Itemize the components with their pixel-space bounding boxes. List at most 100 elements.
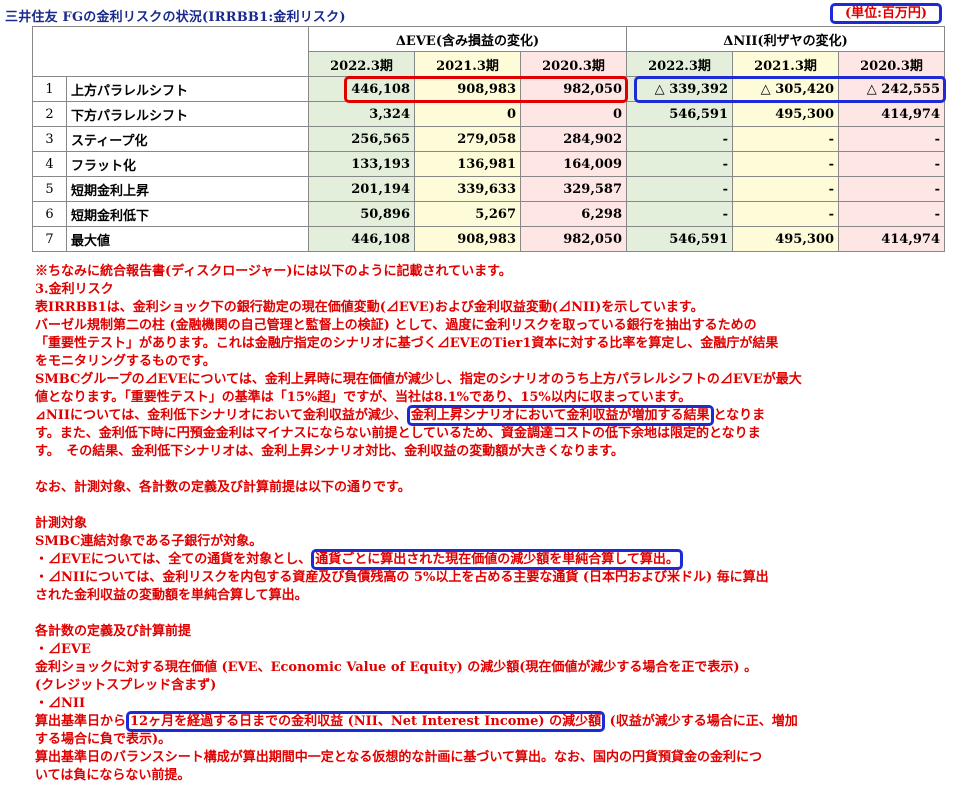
- value-cell: -: [837, 151, 946, 177]
- table-row: 5 短期金利上昇 201,194 339,633 329,587- - -: [32, 176, 946, 202]
- eve-header: ΔEVE(含み損益の変化): [308, 26, 627, 52]
- note-text: ⊿NIIについては、金利低下シナリオにおいて金利収益が減少、: [35, 408, 407, 423]
- value-cell: -: [732, 126, 839, 152]
- note-line: 「重要性テスト」があります。これは金融庁指定のシナリオに基づく⊿EVEのTier…: [35, 336, 779, 351]
- note-heading: 各計数の定義及び計算前提: [35, 624, 192, 639]
- value-cell: 495,300: [732, 101, 839, 127]
- note-heading: 3.金利リスク: [35, 282, 114, 297]
- note-line: 算出基準日のバランスシート構成が算出期間中一定となる仮想的な計画に基づいて算出。…: [35, 750, 762, 765]
- note-line: SMBCグループの⊿EVEについては、金利上昇時に現在価値が減少し、指定のシナリ…: [35, 372, 802, 387]
- value-cell: -: [837, 176, 946, 202]
- note-line: をモニタリングするものです。: [35, 354, 216, 369]
- highlight-rise-scenario: 金利上昇シナリオにおいて金利収益が増加する結果: [406, 405, 714, 426]
- value-cell: 5,267: [414, 201, 521, 227]
- table-row: 3 スティープ化 256,565 279,058 284,902- - -: [32, 126, 946, 152]
- note-line: す。 その結果、金利低下シナリオは、金利上昇シナリオ対比、金利収益の変動額が大き…: [35, 444, 624, 459]
- note-line: 金利ショックに対する現在価値 (EVE、Economic Value of Eq…: [35, 660, 758, 675]
- note-line: する場合に負で表示)。: [35, 732, 172, 747]
- note-line: ・⊿EVE: [35, 642, 91, 657]
- value-cell: 339,633: [414, 176, 521, 202]
- value-cell: 0: [414, 101, 521, 127]
- row-label: フラット化: [66, 151, 309, 177]
- note-line: バーゼル規制第二の柱 (金融機関の自己管理と監督上の検証) として、過度に金利リ…: [35, 318, 757, 333]
- period-header: 2021.3期: [414, 51, 521, 77]
- note-text: となりま: [713, 408, 766, 423]
- row-index: 5: [32, 176, 67, 202]
- row-label: 最大値: [66, 226, 309, 252]
- value-cell: 164,009: [520, 151, 627, 177]
- value-cell: 414,974: [837, 101, 946, 127]
- value-cell: 201,194: [308, 176, 415, 202]
- page-title: 三井住友 FGの金利リスクの状況(IRRBB1:金利リスク): [5, 10, 346, 25]
- value-cell: 908,983: [414, 226, 521, 252]
- value-cell: -: [626, 176, 733, 202]
- value-cell: -: [837, 201, 946, 227]
- value-cell: 446,108: [308, 226, 415, 252]
- value-cell: 982,050: [520, 226, 627, 252]
- value-cell: -: [837, 126, 946, 152]
- note-text: 算出基準日から: [35, 714, 127, 729]
- note-line: ⊿NIIについては、金利低下シナリオにおいて金利収益が減少、 金利上昇シナリオにお…: [35, 405, 945, 426]
- row-label: スティープ化: [66, 126, 309, 152]
- nii-highlight-box: [634, 76, 946, 103]
- note-heading: 計測対象: [35, 516, 88, 531]
- value-cell: -: [732, 151, 839, 177]
- value-cell: 546,591: [626, 101, 733, 127]
- value-cell: -: [732, 176, 839, 202]
- value-cell: -: [626, 201, 733, 227]
- row-label: 上方パラレルシフト: [66, 76, 309, 102]
- row-index: 6: [32, 201, 67, 227]
- table-corner: [32, 26, 309, 77]
- table-row: 7 最大値 446,108 908,983 982,050 546,591 495,300 4…: [32, 226, 946, 252]
- row-index: 7: [32, 226, 67, 252]
- value-cell: 136,981: [414, 151, 521, 177]
- value-cell: 495,300: [732, 226, 839, 252]
- note-line: なお、計測対象、各計数の定義及び計算前提は以下の通りです。: [35, 480, 411, 495]
- row-index: 1: [32, 76, 67, 102]
- value-cell: 284,902: [520, 126, 627, 152]
- value-cell: 6,298: [520, 201, 627, 227]
- row-index: 3: [32, 126, 67, 152]
- row-index: 2: [32, 101, 67, 127]
- note-line: 算出基準日から 12ヶ月を経過する日までの金利収益 (NII、Net Intere…: [35, 711, 945, 732]
- nii-header: ΔNII(利ザヤの変化): [625, 26, 946, 52]
- row-label: 短期金利低下: [66, 201, 309, 227]
- row-label: 短期金利上昇: [66, 176, 309, 202]
- unit-label: (単位:百万円): [830, 3, 942, 24]
- table-row: 6 短期金利低下 50,896 5,267 6,298- - -: [32, 201, 946, 227]
- note-line: ・⊿NIIについては、金利リスクを内包する資産及び負債残高の 5%以上を占める主…: [35, 570, 769, 585]
- period-header: 2020.3期: [837, 51, 946, 77]
- note-line: いては負にならない前提。: [35, 768, 191, 783]
- value-cell: -: [626, 151, 733, 177]
- note-line: す。また、金利低下時に円預金金利はマイナスにならない前提としているため、資金調達…: [35, 426, 761, 441]
- note-line: ※ちなみに統合報告書(ディスクロージャー)には以下のように記載されています。: [35, 264, 512, 279]
- interest-rate-risk-table: ΔEVE(含み損益の変化) ΔNII(利ザヤの変化) 2022.3期 2021.…: [32, 26, 946, 252]
- value-cell: 546,591: [626, 226, 733, 252]
- value-cell: 329,587: [520, 176, 627, 202]
- value-cell: 0: [520, 101, 627, 127]
- value-cell: -: [626, 126, 733, 152]
- value-cell: 50,896: [308, 201, 415, 227]
- row-index: 4: [32, 151, 67, 177]
- note-line: ・⊿EVEについては、全ての通貨を対象とし、 通貨ごとに算出された現在価値の減少額…: [35, 549, 945, 570]
- note-line: された金利収益の変動額を単純合算して算出。: [35, 588, 308, 603]
- table-row: 4 フラット化 133,193 136,981 164,009- - -: [32, 151, 946, 177]
- value-cell: 3,324: [308, 101, 415, 127]
- note-text: ・⊿EVEについては、全ての通貨を対象とし、: [35, 552, 312, 567]
- period-header: 2022.3期: [308, 51, 415, 77]
- table-row: 2 下方パラレルシフト 3,324 0 0 546,591 495,300 414,974: [32, 101, 946, 127]
- value-cell: 256,565: [308, 126, 415, 152]
- highlight-eve-method: 通貨ごとに算出された現在価値の減少額を単純合算して算出。: [311, 549, 683, 570]
- period-header: 2022.3期: [626, 51, 733, 77]
- disclosure-notes: ※ちなみに統合報告書(ディスクロージャー)には以下のように記載されています。 3…: [35, 263, 945, 785]
- value-cell: 414,974: [837, 226, 946, 252]
- row-label: 下方パラレルシフト: [66, 101, 309, 127]
- note-line: 表IRRBB1は、金利ショック下の銀行勘定の現在価値変動(⊿EVE)および金利収…: [35, 300, 704, 315]
- eve-highlight-box: [344, 76, 628, 103]
- note-text: (収益が減少する場合に正、増加: [605, 714, 798, 729]
- value-cell: -: [732, 201, 839, 227]
- value-cell: 133,193: [308, 151, 415, 177]
- value-cell: 279,058: [414, 126, 521, 152]
- highlight-nii-definition: 12ヶ月を経過する日までの金利収益 (NII、Net Interest Inco…: [126, 711, 606, 732]
- period-header: 2020.3期: [520, 51, 627, 77]
